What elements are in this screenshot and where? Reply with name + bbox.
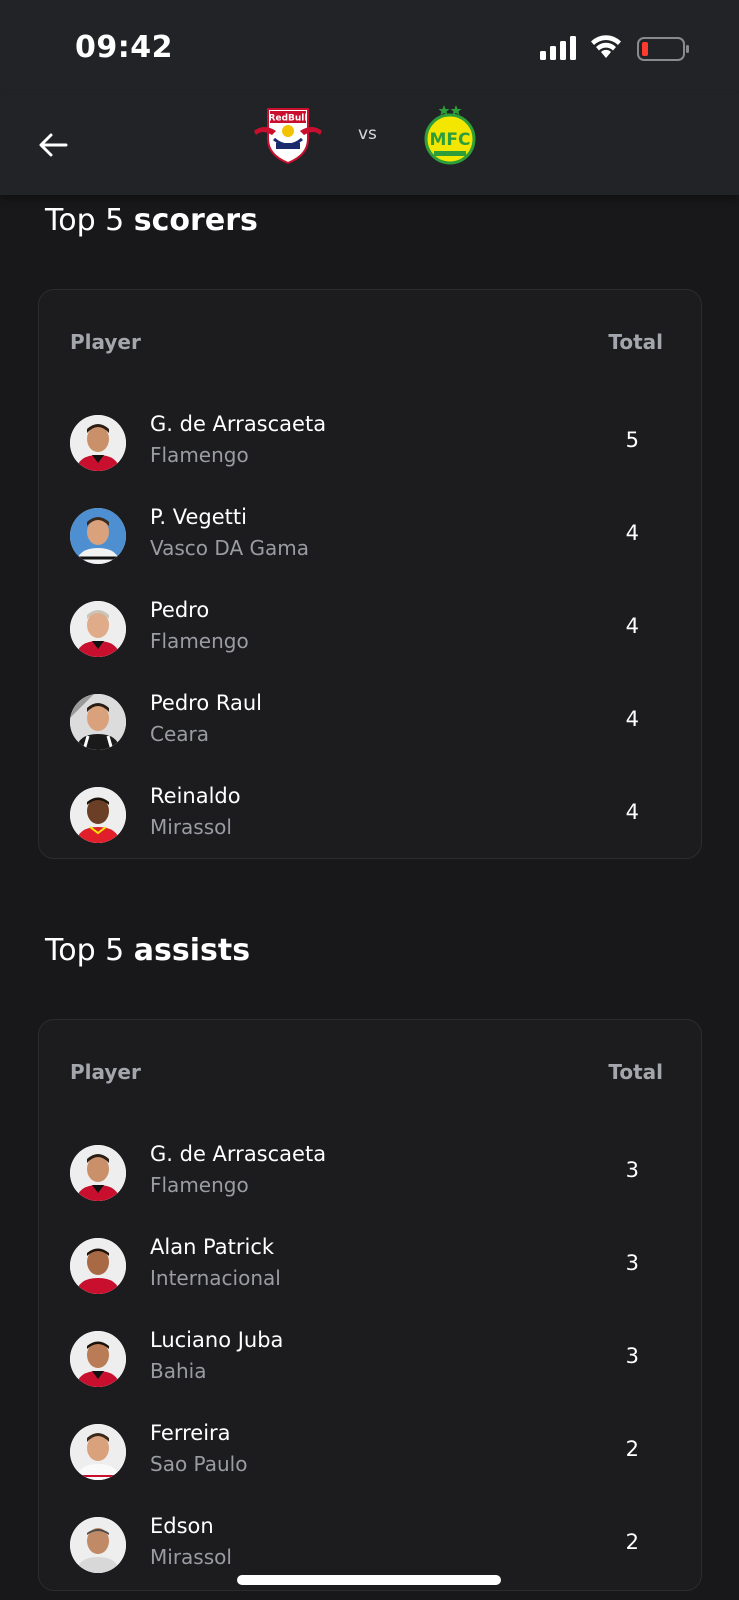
player-name: Ferreira [150,1421,231,1445]
column-header-total: Total [608,330,663,354]
table-row[interactable]: Luciano Juba Bahia 3 [70,1318,663,1398]
player-name: Edson [150,1514,214,1538]
player-team: Sao Paulo [150,1452,248,1476]
player-name: Pedro [150,598,210,622]
player-team: Flamengo [150,629,249,653]
player-avatar [70,1145,126,1201]
player-team: Ceara [150,722,210,746]
table-row[interactable]: Reinaldo Mirassol 4 [70,774,663,854]
back-arrow-icon[interactable] [36,128,70,162]
wifi-icon [591,35,621,58]
player-total: 2 [625,1437,639,1461]
player-team: Mirassol [150,1545,232,1569]
battery-low-icon [637,37,689,61]
player-avatar [70,1331,126,1387]
table-row[interactable]: G. de Arrascaeta Flamengo 5 [70,402,663,482]
player-team: Internacional [150,1266,281,1290]
scorers-table-header: Player Total [70,330,663,354]
table-row[interactable]: P. Vegetti Vasco DA Gama 4 [70,495,663,575]
away-team-logo[interactable]: MFC [420,103,480,165]
vs-label: vs [358,124,377,144]
player-avatar [70,415,126,471]
column-header-player: Player [70,330,141,354]
player-team: Bahia [150,1359,207,1383]
player-avatar [70,601,126,657]
player-total: 2 [625,1530,639,1554]
svg-text:RedBull: RedBull [269,114,308,124]
svg-text:MFC: MFC [429,130,470,150]
table-row[interactable]: G. de Arrascaeta Flamengo 3 [70,1132,663,1212]
cellular-signal-icon [540,36,576,60]
player-total: 4 [625,614,639,638]
home-indicator[interactable] [237,1575,501,1585]
player-name: G. de Arrascaeta [150,1142,327,1166]
player-total: 3 [625,1158,639,1182]
player-name: Luciano Juba [150,1328,284,1352]
player-name: Alan Patrick [150,1235,275,1259]
table-row[interactable]: Ferreira Sao Paulo 2 [70,1411,663,1491]
player-team: Flamengo [150,443,249,467]
match-header: RedBull vs MFC [0,95,739,195]
table-row[interactable]: Edson Mirassol 2 [70,1504,663,1584]
player-name: G. de Arrascaeta [150,412,327,436]
player-name: Reinaldo [150,784,241,808]
player-name: P. Vegetti [150,505,247,529]
player-name: Pedro Raul [150,691,263,715]
player-avatar [70,1238,126,1294]
table-row[interactable]: Pedro Raul Ceara 4 [70,681,663,761]
table-row[interactable]: Pedro Flamengo 4 [70,588,663,668]
column-header-player: Player [70,1060,141,1084]
player-avatar [70,508,126,564]
player-team: Vasco DA Gama [150,536,309,560]
player-team: Mirassol [150,815,232,839]
assists-card: Player Total G. de Arrascaeta Flamengo 3… [38,1019,702,1591]
player-total: 4 [625,800,639,824]
assists-table-header: Player Total [70,1060,663,1084]
player-total: 4 [625,521,639,545]
player-total: 4 [625,707,639,731]
player-team: Flamengo [150,1173,249,1197]
assists-title: Top 5 assists [45,933,251,968]
scorers-title: Top 5 scorers [45,203,258,238]
player-total: 3 [625,1251,639,1275]
player-avatar [70,1424,126,1480]
column-header-total: Total [608,1060,663,1084]
player-total: 5 [625,428,639,452]
table-row[interactable]: Alan Patrick Internacional 3 [70,1225,663,1305]
player-avatar [70,787,126,843]
home-team-logo[interactable]: RedBull [252,105,324,165]
player-avatar [70,1517,126,1573]
player-total: 3 [625,1344,639,1368]
status-time: 09:42 [75,30,173,65]
player-avatar [70,694,126,750]
status-bar: 09:42 [0,0,739,95]
scorers-card: Player Total G. de Arrascaeta Flamengo 5… [38,289,702,859]
